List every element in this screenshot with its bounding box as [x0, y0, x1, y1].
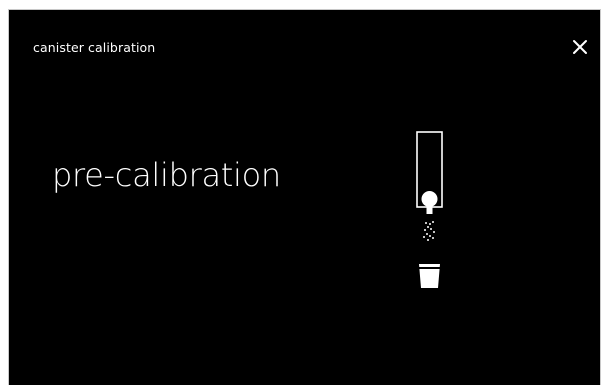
- canister-icon: [416, 131, 443, 214]
- close-button[interactable]: [567, 34, 593, 60]
- cup-icon: [419, 264, 440, 288]
- calibration-dialog: canister calibration pre-calibration: [8, 9, 601, 385]
- page-title: pre-calibration: [52, 156, 281, 194]
- dispensing-spray-icon: [423, 221, 435, 241]
- calibration-illustration: [404, 128, 454, 308]
- close-icon: [573, 40, 587, 54]
- dialog-title: canister calibration: [33, 40, 156, 55]
